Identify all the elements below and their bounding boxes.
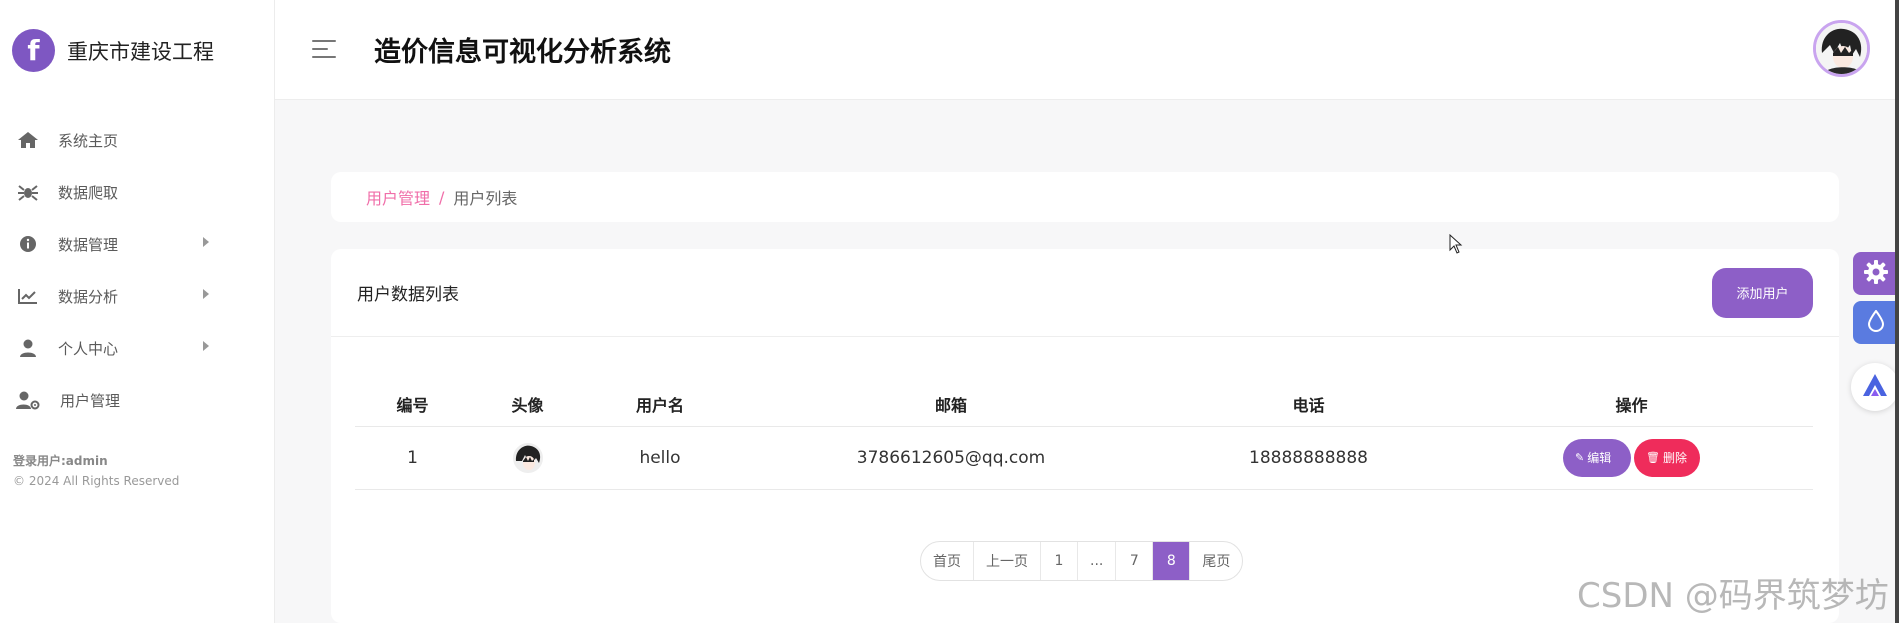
caret-right-icon <box>203 237 209 247</box>
edit-label: 编辑 <box>1587 451 1612 465</box>
window-edge <box>1895 0 1899 623</box>
user-table: 编号 头像 用户名 邮箱 电话 操作 1 hello 3786612605@qq… <box>355 383 1813 490</box>
top-header: 造价信息可视化分析系统 <box>275 0 1899 100</box>
column-header-email: 邮箱 <box>735 383 1167 427</box>
spider-icon <box>16 180 40 204</box>
settings-button[interactable] <box>1853 252 1899 295</box>
trash-icon: 🗑 <box>1646 451 1660 464</box>
breadcrumb-separator: / <box>439 187 445 207</box>
row-avatar <box>512 442 543 473</box>
cell-username: hello <box>585 426 735 490</box>
edit-button[interactable]: ✎ 编辑 <box>1563 438 1631 477</box>
line-chart-icon <box>16 284 40 308</box>
sidebar-item-label: 数据分析 <box>58 287 119 306</box>
sidebar-item-data-management[interactable]: 数据管理 <box>0 218 275 270</box>
card-title: 用户数据列表 <box>357 285 459 305</box>
sidebar-item-user-management[interactable]: 用户管理 <box>0 374 275 426</box>
sidebar-item-personal-center[interactable]: 个人中心 <box>0 322 275 374</box>
gear-icon <box>1863 259 1889 289</box>
table-header-row: 编号 头像 用户名 邮箱 电话 操作 <box>355 383 1813 427</box>
breadcrumb-current: 用户列表 <box>453 189 518 208</box>
delete-button[interactable]: 🗑 删除 <box>1634 438 1700 477</box>
page-prev-button[interactable]: 上一页 <box>974 542 1041 580</box>
copyright: © 2024 All Rights Reserved <box>13 474 180 488</box>
sidebar-item-label: 数据管理 <box>58 235 119 254</box>
assistant-button[interactable] <box>1851 363 1899 411</box>
brand-name: 重庆市建设工程 <box>67 39 214 64</box>
sidebar-item-home[interactable]: 系统主页 <box>0 114 275 166</box>
theme-button[interactable] <box>1853 301 1899 344</box>
column-header-username: 用户名 <box>585 383 735 427</box>
sidebar-item-label: 用户管理 <box>60 391 121 410</box>
user-cog-icon <box>16 388 40 412</box>
menu-toggle-icon[interactable] <box>312 40 336 60</box>
breadcrumb-parent-link[interactable]: 用户管理 <box>366 185 430 209</box>
sidebar-item-crawl[interactable]: 数据爬取 <box>0 166 275 218</box>
home-icon <box>16 128 40 152</box>
page-last-button[interactable]: 尾页 <box>1190 542 1242 580</box>
column-header-actions: 操作 <box>1450 383 1813 427</box>
user-icon <box>16 336 40 360</box>
sidebar-nav: 系统主页 数据爬取 数据管理 数据分析 个人中心 用户管理 <box>0 114 275 426</box>
user-list-card: 用户数据列表 添加用户 编号 头像 用户名 邮箱 电话 操作 1 hello 3… <box>331 249 1839 623</box>
cell-phone: 18888888888 <box>1167 426 1450 490</box>
info-circle-icon <box>16 232 40 256</box>
column-header-phone: 电话 <box>1167 383 1450 427</box>
page-first-button[interactable]: 首页 <box>921 542 974 580</box>
page-ellipsis: ... <box>1078 542 1117 580</box>
sidebar: f 重庆市建设工程 系统主页 数据爬取 数据管理 数据分析 个人中心 用户管理 … <box>0 0 275 623</box>
table-row: 1 hello 3786612605@qq.com 18888888888 ✎ … <box>355 426 1813 490</box>
sidebar-item-label: 数据爬取 <box>58 183 119 202</box>
page-number-button[interactable]: 1 <box>1041 542 1078 580</box>
add-user-button[interactable]: 添加用户 <box>1712 267 1813 318</box>
breadcrumb: 用户管理 / 用户列表 <box>331 172 1839 222</box>
cell-avatar <box>470 426 585 490</box>
caret-right-icon <box>203 289 209 299</box>
mouse-cursor-icon <box>1449 233 1463 258</box>
caret-right-icon <box>203 341 209 351</box>
cell-id: 1 <box>355 426 470 490</box>
assistant-logo-icon <box>1860 372 1890 402</box>
watermark: CSDN @码界筑梦坊 <box>1577 576 1889 616</box>
cell-email: 3786612605@qq.com <box>735 426 1167 490</box>
column-header-avatar: 头像 <box>470 383 585 427</box>
delete-label: 删除 <box>1662 451 1687 465</box>
brand-logo: f <box>12 29 55 72</box>
cell-actions: ✎ 编辑 🗑 删除 <box>1450 426 1813 490</box>
login-info: 登录用户:admin <box>13 454 108 468</box>
edit-icon: ✎ <box>1575 451 1585 464</box>
sidebar-item-label: 个人中心 <box>58 339 119 358</box>
droplet-icon <box>1867 308 1885 336</box>
page-title: 造价信息可视化分析系统 <box>374 37 671 68</box>
pagination: 首页 上一页 1 ... 7 8 尾页 <box>920 541 1244 581</box>
card-header: 用户数据列表 添加用户 <box>331 249 1839 337</box>
avatar[interactable] <box>1813 20 1870 77</box>
page-number-button[interactable]: 7 <box>1116 542 1154 580</box>
brand[interactable]: f 重庆市建设工程 <box>12 29 214 72</box>
sidebar-item-data-analysis[interactable]: 数据分析 <box>0 270 275 322</box>
sidebar-item-label: 系统主页 <box>58 131 119 150</box>
page-current-button[interactable]: 8 <box>1153 542 1191 580</box>
column-header-id: 编号 <box>355 383 470 427</box>
